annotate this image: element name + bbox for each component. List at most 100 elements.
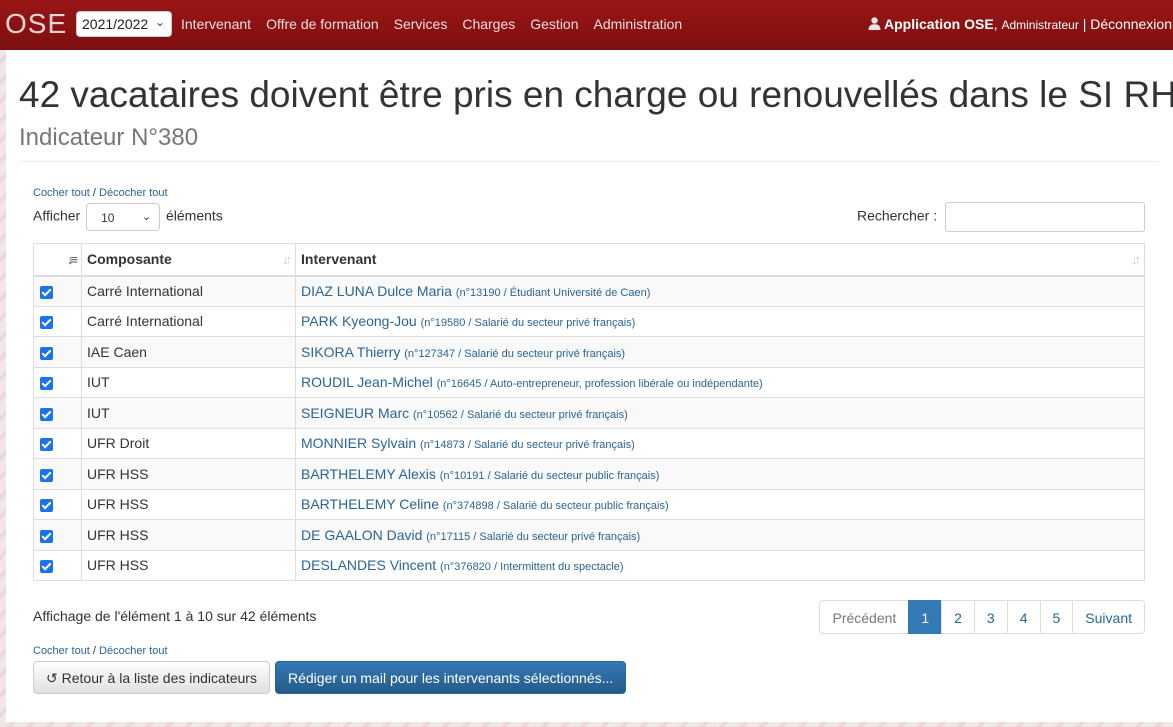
composante-cell: UFR HSS — [81, 549, 296, 581]
column-header-select[interactable]: ↓≡ — [33, 243, 82, 277]
app-brand[interactable]: OSE — [5, 8, 67, 40]
sort-icon: ↓↑ — [282, 252, 292, 267]
uncheck-all-link[interactable]: Décocher tout — [99, 187, 167, 199]
pagination-page-2[interactable]: 2 — [941, 600, 975, 634]
row-checkbox[interactable] — [40, 407, 53, 421]
composante-cell: UFR HSS — [81, 458, 296, 490]
intervenant-cell: BARTHELEMY Alexis (n°10191 / Salarié du … — [295, 458, 1145, 490]
refresh-icon: ↺ — [46, 670, 58, 686]
table-row: UFR Droit MONNIER Sylvain (n°14873 / Sala… — [33, 427, 1145, 459]
intervenant-cell: DESLANDES Vincent (n°376820 / Intermitte… — [295, 549, 1145, 581]
selection-links-top: Cocher tout / Décocher tout — [33, 187, 168, 199]
write-mail-button[interactable]: Rédiger un mail pour les intervenants sé… — [275, 661, 627, 694]
row-select-cell — [33, 397, 82, 429]
intervenant-link[interactable]: MONNIER Sylvain — [301, 435, 416, 451]
pagination-page-3[interactable]: 3 — [973, 600, 1008, 634]
back-to-indicators-button[interactable]: ↺ Retour à la liste des indicateurs — [33, 661, 270, 694]
row-checkbox[interactable] — [40, 529, 53, 543]
selection-sep: / — [89, 645, 100, 657]
table-row: IAE Caen SIKORA Thierry (n°127347 / Salar… — [33, 336, 1145, 368]
menu-item-gestion[interactable]: Gestion — [530, 16, 578, 32]
intervenant-detail: (n°10191 / Salarié du secteur public fra… — [439, 469, 660, 482]
row-select-cell — [33, 549, 82, 581]
menu-item-charges[interactable]: Charges — [462, 16, 515, 32]
intervenant-cell: DIAZ LUNA Dulce Maria (n°13190 / Étudian… — [295, 275, 1145, 307]
pagination-previous[interactable]: Précédent — [819, 600, 910, 634]
table-row: IUT ROUDIL Jean-Michel (n°16645 / Auto-en… — [33, 366, 1145, 398]
intervenant-cell: BARTHELEMY Celine (n°374898 / Salarié du… — [295, 488, 1145, 520]
show-prefix: Afficher — [33, 207, 81, 224]
main-panel: 42 vacataires doivent être pris en charg… — [6, 50, 1173, 722]
page-length-value: 10 — [101, 211, 115, 225]
pagination-page-5[interactable]: 5 — [1039, 600, 1074, 634]
intervenant-link[interactable]: DIAZ LUNA Dulce Maria — [301, 283, 452, 299]
check-all-link[interactable]: Cocher tout — [33, 187, 90, 199]
menu-item-services[interactable]: Services — [394, 16, 448, 32]
menu-item-offre-formation[interactable]: Offre de formation — [266, 16, 379, 32]
column-header-intervenant[interactable]: Intervenant ↓↑ — [295, 243, 1145, 277]
composante-cell: IAE Caen — [81, 336, 296, 368]
search-input[interactable] — [945, 202, 1145, 232]
main-menu: Intervenant Offre de formation Services … — [181, 16, 697, 32]
column-header-composante[interactable]: Composante ↓↑ — [81, 243, 296, 277]
logout-link[interactable]: Déconnexion — [1090, 16, 1172, 32]
selection-sep: / — [89, 187, 100, 199]
intervenant-detail: (n°374898 / Salarié du secteur public fr… — [442, 500, 669, 513]
table-row: Carré International DIAZ LUNA Dulce Maria… — [33, 275, 1145, 307]
intervenant-link[interactable]: BARTHELEMY Celine — [301, 496, 439, 512]
write-mail-label: Rédiger un mail pour les intervenants sé… — [288, 670, 614, 686]
divider — [19, 161, 1159, 162]
row-checkbox[interactable] — [40, 438, 53, 452]
row-select-cell — [33, 336, 82, 368]
table-header-row: ↓≡ Composante ↓↑ Intervenant ↓↑ — [33, 243, 1145, 277]
uncheck-all-link[interactable]: Décocher tout — [99, 645, 167, 657]
intervenant-cell: MONNIER Sylvain (n°14873 / Salarié du se… — [295, 427, 1145, 459]
row-checkbox[interactable] — [40, 346, 53, 360]
intervenant-link[interactable]: BARTHELEMY Alexis — [301, 466, 436, 482]
page-length-select[interactable]: 10 ⌄ — [86, 203, 161, 231]
row-checkbox[interactable] — [40, 560, 53, 574]
row-select-cell — [33, 519, 82, 551]
row-checkbox[interactable] — [40, 377, 53, 391]
intervenant-link[interactable]: PARK Kyeong-Jou — [301, 313, 417, 329]
intervenant-link[interactable]: SIKORA Thierry — [301, 344, 400, 360]
search-control: Rechercher : — [857, 202, 1145, 232]
table-row: IUT SEIGNEUR Marc (n°10562 / Salarié du s… — [33, 397, 1145, 429]
intervenant-detail: (n°17115 / Salarié du secteur privé fran… — [426, 530, 641, 543]
composante-cell: Carré International — [81, 275, 296, 307]
user-icon — [868, 17, 881, 30]
row-checkbox[interactable] — [40, 499, 53, 513]
chevron-down-icon: ⌄ — [154, 15, 165, 29]
row-checkbox[interactable] — [40, 316, 53, 330]
pagination-page-4[interactable]: 4 — [1006, 600, 1041, 634]
table-row: UFR HSS BARTHELEMY Celine (n°374898 / Sal… — [33, 488, 1145, 520]
table-row: UFR HSS DESLANDES Vincent (n°376820 / Int… — [33, 549, 1145, 581]
menu-item-administration[interactable]: Administration — [594, 16, 683, 32]
intervenant-cell: PARK Kyeong-Jou (n°19580 / Salarié du se… — [295, 305, 1145, 337]
selection-links-bottom: Cocher tout / Décocher tout — [33, 645, 168, 657]
page-length-control: Afficher 10 ⌄ éléments — [33, 203, 223, 231]
intervenant-detail: (n°376820 / Intermittent du spectacle) — [440, 561, 624, 574]
top-navbar: OSE 2021/2022 ⌄ Intervenant Offre de for… — [0, 0, 1173, 50]
intervenant-detail: (n°127347 / Salarié du secteur privé fra… — [404, 347, 626, 360]
row-select-cell — [33, 275, 82, 307]
intervenant-link[interactable]: DE GAALON David — [301, 527, 422, 543]
intervenant-detail: (n°13190 / Étudiant Université de Caen) — [455, 287, 651, 299]
menu-item-intervenant[interactable]: Intervenant — [181, 16, 251, 32]
user-area: Application OSE, Administrateur | Déconn… — [868, 16, 1172, 32]
row-checkbox[interactable] — [40, 468, 53, 482]
intervenant-detail: (n°19580 / Salarié du secteur privé fran… — [420, 317, 636, 330]
intervenant-link[interactable]: DESLANDES Vincent — [301, 557, 436, 573]
pagination-page-1[interactable]: 1 — [908, 600, 943, 634]
table-row: UFR HSS BARTHELEMY Alexis (n°10191 / Sala… — [33, 458, 1145, 490]
user-app-name[interactable]: Application OSE — [884, 16, 994, 32]
intervenant-link[interactable]: SEIGNEUR Marc — [301, 405, 409, 421]
intervenant-cell: SEIGNEUR Marc (n°10562 / Salarié du sect… — [295, 397, 1145, 429]
pagination-next[interactable]: Suivant — [1072, 600, 1145, 634]
year-select[interactable]: 2021/2022 ⌄ — [76, 11, 172, 37]
row-checkbox[interactable] — [40, 285, 53, 299]
row-select-cell — [33, 305, 82, 337]
intervenant-detail: (n°14873 / Salarié du secteur privé fran… — [420, 439, 635, 452]
check-all-link[interactable]: Cocher tout — [33, 645, 90, 657]
intervenant-link[interactable]: ROUDIL Jean-Michel — [301, 374, 433, 390]
